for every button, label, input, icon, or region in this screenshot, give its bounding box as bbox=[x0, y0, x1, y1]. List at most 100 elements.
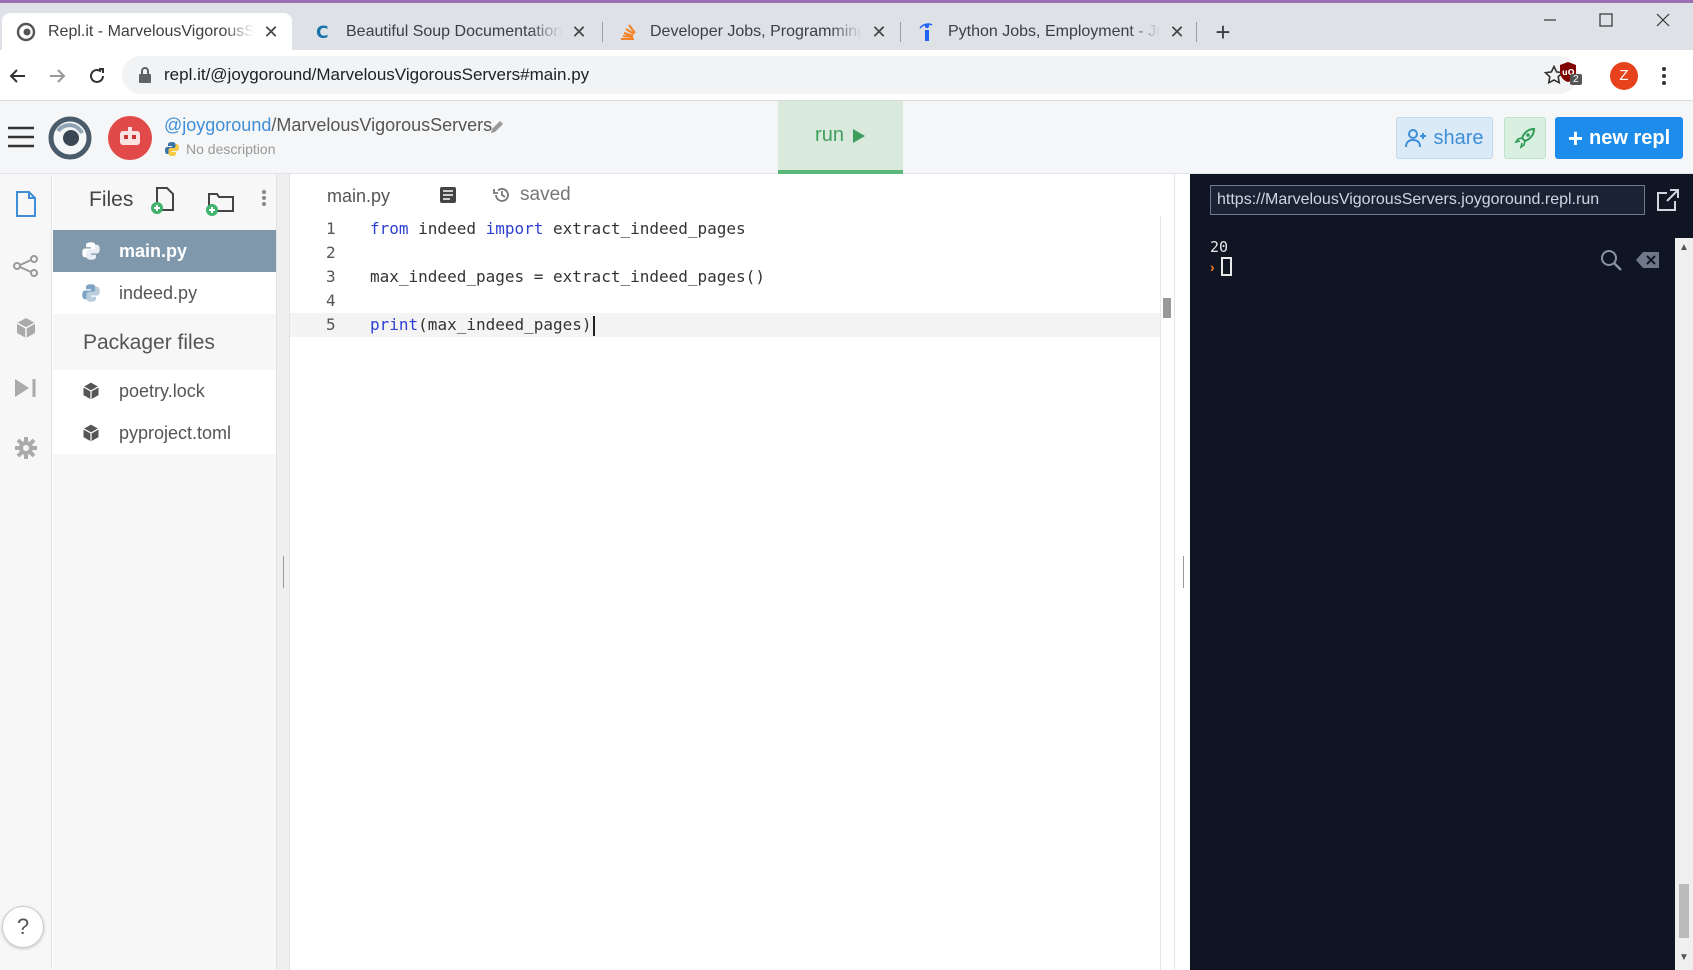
browser-tab-indeed-jobs[interactable]: Python Jobs, Employment - June ✕ bbox=[902, 13, 1198, 50]
line-source: print(max_indeed_pages) bbox=[370, 313, 595, 337]
file-item-pyproject-toml[interactable]: pyproject.toml bbox=[53, 412, 276, 454]
clear-console-icon[interactable] bbox=[1635, 250, 1661, 270]
repl-owner-link[interactable]: @joygoround bbox=[164, 115, 271, 135]
scroll-up-arrow-icon[interactable]: ▲ bbox=[1679, 242, 1689, 253]
activity-rail: ? bbox=[0, 174, 52, 970]
packages-icon[interactable] bbox=[8, 310, 44, 346]
plus-icon: + bbox=[1567, 123, 1584, 153]
beautifulsoup-favicon-icon: C bbox=[314, 22, 334, 42]
debugger-icon[interactable] bbox=[8, 370, 44, 406]
profile-avatar[interactable]: Z bbox=[1610, 62, 1638, 90]
browser-tab-strip: Repl.it - MarvelousVigorousServers ✕ C B… bbox=[0, 0, 1693, 50]
close-tab-icon[interactable]: ✕ bbox=[570, 23, 588, 41]
grip bbox=[283, 556, 284, 588]
file-tree-panel: Files main.py indeed.py Packager files p… bbox=[53, 174, 276, 970]
repl-name[interactable]: MarvelousVigorousServers bbox=[276, 115, 492, 135]
close-tab-icon[interactable]: ✕ bbox=[870, 23, 888, 41]
replit-logo-icon[interactable] bbox=[48, 116, 92, 160]
tab-separator bbox=[900, 22, 901, 42]
packager-files-title: Packager files bbox=[83, 331, 215, 354]
version-control-icon[interactable] bbox=[8, 248, 44, 284]
settings-gear-icon[interactable] bbox=[8, 430, 44, 466]
ublock-extension-icon[interactable]: uO 2 bbox=[1556, 60, 1584, 88]
window-border bbox=[0, 0, 1693, 3]
editor-tab-main-py[interactable]: main.py bbox=[327, 186, 390, 207]
open-in-new-window-icon[interactable] bbox=[1655, 187, 1681, 213]
keyword: print bbox=[370, 315, 419, 334]
deploy-button[interactable] bbox=[1504, 117, 1546, 159]
address-bar[interactable]: repl.it/@joygoround/MarvelousVigorousSer… bbox=[122, 56, 1578, 94]
scroll-down-arrow-icon[interactable]: ▼ bbox=[1679, 952, 1689, 963]
browser-tab-replit[interactable]: Repl.it - MarvelousVigorousServers ✕ bbox=[2, 13, 292, 50]
python-file-icon bbox=[81, 283, 101, 303]
code-line[interactable]: 2 bbox=[290, 241, 1160, 265]
stackoverflow-favicon-icon bbox=[618, 22, 638, 42]
user-avatar[interactable] bbox=[108, 116, 152, 160]
line-number: 3 bbox=[326, 267, 336, 286]
code-line-current[interactable]: 5 print(max_indeed_pages) bbox=[290, 313, 1160, 337]
new-repl-label: new repl bbox=[1589, 126, 1671, 149]
edit-pencil-icon[interactable] bbox=[488, 118, 506, 136]
forward-button[interactable] bbox=[44, 63, 70, 89]
editor-scrollbar-thumb[interactable] bbox=[1163, 298, 1171, 318]
document-icon[interactable] bbox=[439, 186, 457, 204]
file-item-indeed-py[interactable]: indeed.py bbox=[53, 272, 276, 314]
console-prompt[interactable]: › bbox=[1210, 257, 1232, 276]
run-button[interactable]: run bbox=[778, 101, 903, 174]
hamburger-menu-icon[interactable] bbox=[8, 125, 34, 149]
files-icon[interactable] bbox=[8, 186, 44, 222]
maximize-button[interactable] bbox=[1586, 8, 1626, 32]
grip bbox=[1183, 556, 1184, 588]
line-source: from indeed import extract_indeed_pages bbox=[370, 217, 746, 241]
url-text: repl.it/@joygoround/MarvelousVigorousSer… bbox=[164, 65, 590, 84]
share-button[interactable]: share bbox=[1396, 117, 1493, 159]
repl-run-url[interactable]: https://MarvelousVigorousServers.joygoro… bbox=[1210, 185, 1645, 215]
editor-scrollbar[interactable] bbox=[1160, 216, 1174, 970]
close-window-button[interactable] bbox=[1643, 8, 1683, 32]
browser-menu-icon[interactable] bbox=[1656, 64, 1672, 88]
tab-title: Beautiful Soup Documentation — Beautiful… bbox=[346, 22, 562, 40]
code-line[interactable]: 3 max_indeed_pages = extract_indeed_page… bbox=[290, 265, 1160, 289]
file-item-main-py[interactable]: main.py bbox=[53, 230, 276, 272]
console-scrollbar[interactable]: ▲ ▼ bbox=[1675, 238, 1693, 970]
extension-badge: 2 bbox=[1570, 74, 1582, 85]
repl-description[interactable]: No description bbox=[164, 141, 276, 157]
file-name: main.py bbox=[119, 240, 188, 261]
search-icon[interactable] bbox=[1599, 248, 1623, 272]
python-language-icon bbox=[164, 141, 180, 157]
console-output: 20 bbox=[1210, 238, 1229, 256]
reload-button[interactable] bbox=[84, 63, 110, 89]
add-folder-icon[interactable] bbox=[205, 186, 235, 216]
close-tab-icon[interactable]: ✕ bbox=[262, 23, 280, 41]
console-scrollbar-thumb[interactable] bbox=[1679, 884, 1689, 938]
console-cursor bbox=[1220, 257, 1232, 276]
more-options-icon[interactable] bbox=[261, 186, 269, 216]
repl-header: @joygoround/MarvelousVigorousServers No … bbox=[0, 101, 1693, 174]
file-name: indeed.py bbox=[119, 282, 198, 303]
back-button[interactable] bbox=[5, 63, 31, 89]
code-text: indeed bbox=[408, 219, 486, 238]
code-line[interactable]: 1 from indeed import extract_indeed_page… bbox=[290, 217, 1160, 241]
browser-tab-beautifulsoup[interactable]: C Beautiful Soup Documentation — Beautif… bbox=[300, 13, 600, 50]
file-name: pyproject.toml bbox=[119, 422, 232, 443]
keyword: from bbox=[370, 219, 409, 238]
new-tab-button[interactable]: + bbox=[1208, 18, 1238, 48]
indeed-favicon-icon bbox=[916, 22, 936, 42]
file-tree-resize-handle[interactable] bbox=[276, 174, 290, 970]
save-status: saved bbox=[492, 184, 571, 206]
help-button[interactable]: ? bbox=[2, 906, 44, 948]
browser-toolbar: repl.it/@joygoround/MarvelousVigorousSer… bbox=[0, 50, 1693, 101]
package-icon bbox=[81, 381, 101, 401]
new-repl-button[interactable]: + new repl bbox=[1555, 117, 1683, 159]
code-line[interactable]: 4 bbox=[290, 289, 1160, 313]
share-label: share bbox=[1433, 126, 1484, 149]
console-resize-handle[interactable] bbox=[1174, 174, 1190, 970]
line-number: 1 bbox=[326, 219, 336, 238]
file-item-poetry-lock[interactable]: poetry.lock bbox=[53, 370, 276, 412]
text-cursor bbox=[592, 315, 595, 336]
replit-favicon-icon bbox=[16, 22, 36, 42]
minimize-button[interactable] bbox=[1530, 8, 1570, 32]
add-file-icon[interactable] bbox=[149, 186, 179, 216]
close-tab-icon[interactable]: ✕ bbox=[1168, 23, 1186, 41]
browser-tab-stackoverflow-jobs[interactable]: Developer Jobs, Programming Jobs ✕ bbox=[604, 13, 900, 50]
